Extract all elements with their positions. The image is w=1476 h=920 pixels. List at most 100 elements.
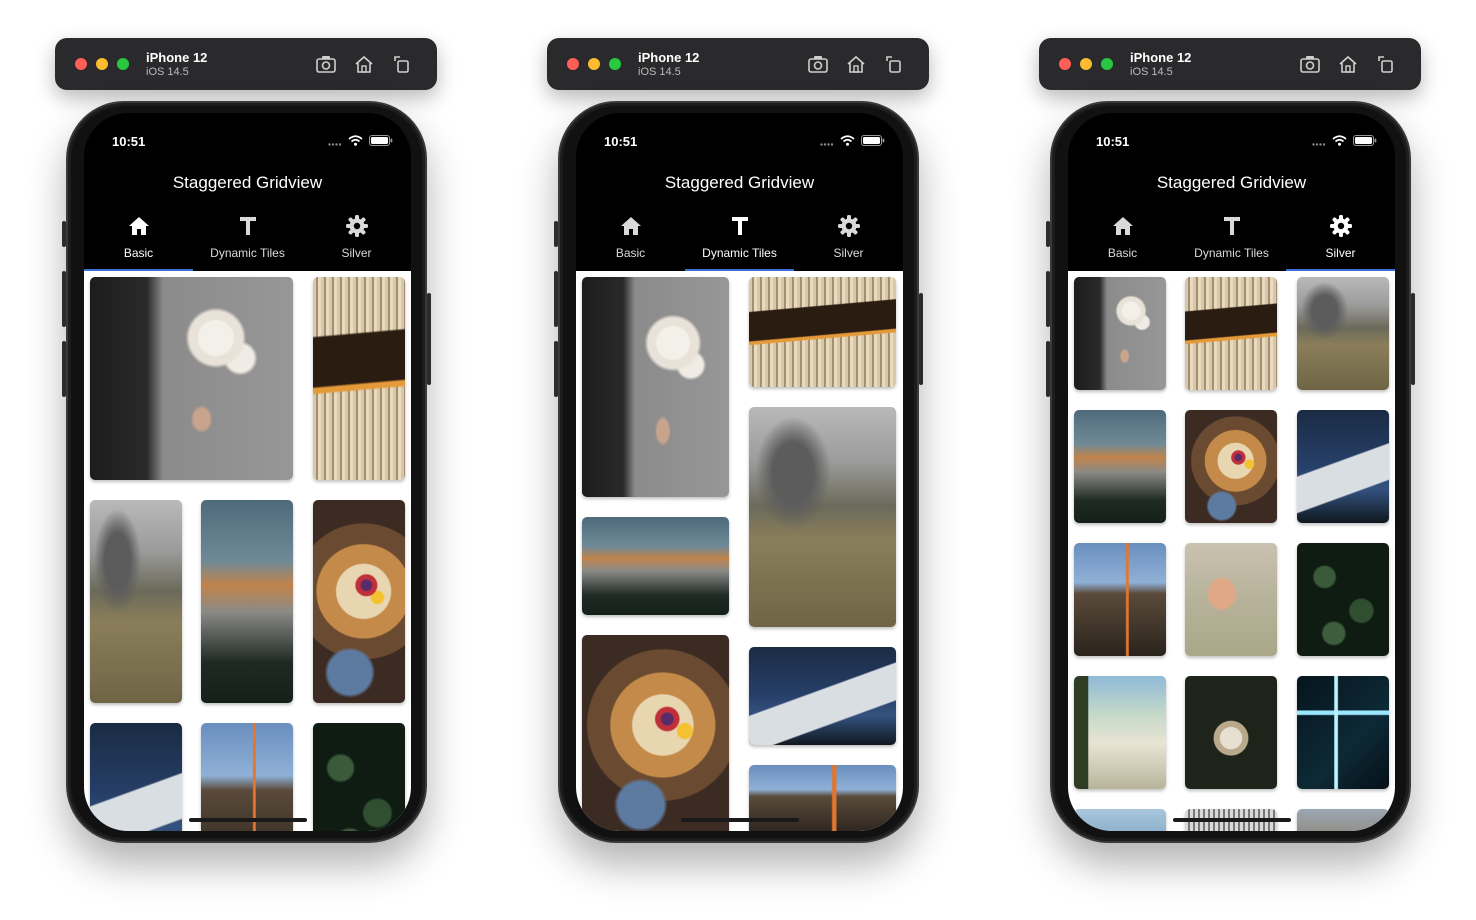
simulator-device-dynamic-tiles: iPhone 12 iOS 14.5 10:51 Staggered Gridv…	[547, 0, 929, 920]
notch	[1149, 113, 1314, 143]
phone-screen: 10:51 Staggered Gridview Basic Dynamic T…	[84, 113, 411, 831]
tab-dynamic-tiles[interactable]: Dynamic Tiles	[685, 207, 794, 271]
simulator-device-silver: iPhone 12 iOS 14.5 10:51 Staggered Gridv…	[1039, 0, 1421, 920]
grid-tile-image[interactable]	[582, 635, 729, 831]
tab-basic[interactable]: Basic	[1068, 207, 1177, 271]
grid-tile-image[interactable]	[90, 277, 293, 480]
minimize-window-button[interactable]	[96, 58, 108, 70]
tab-silver[interactable]: Silver	[794, 207, 903, 271]
zoom-window-button[interactable]	[117, 58, 129, 70]
gear-icon	[836, 213, 862, 239]
grid-tile-image[interactable]	[582, 517, 729, 615]
phone-screen: 10:51 Staggered Gridview Basic Dynamic T…	[576, 113, 903, 831]
tab-dynamic-tiles[interactable]: Dynamic Tiles	[1177, 207, 1286, 271]
device-name: iPhone 12	[638, 50, 700, 65]
home-indicator[interactable]	[1173, 818, 1291, 822]
tab-dynamic-tiles[interactable]: Dynamic Tiles	[193, 207, 302, 271]
tab-basic[interactable]: Basic	[576, 207, 685, 271]
side-button	[919, 293, 923, 385]
close-window-button[interactable]	[567, 58, 579, 70]
screenshot-icon[interactable]	[807, 53, 829, 75]
notch	[165, 113, 330, 143]
zoom-window-button[interactable]	[1101, 58, 1113, 70]
grid-tile-image[interactable]	[1074, 809, 1166, 831]
grid-tile-image[interactable]	[749, 277, 896, 387]
grid-tile-image[interactable]	[201, 500, 293, 703]
mute-switch	[62, 221, 66, 247]
home-button-icon[interactable]	[1337, 53, 1359, 75]
grid-tile-image[interactable]	[1297, 809, 1389, 831]
device-name: iPhone 12	[146, 50, 208, 65]
tab-label: Dynamic Tiles	[210, 246, 285, 260]
tab-bar: Basic Dynamic Tiles Silver	[84, 207, 411, 271]
volume-down-button	[554, 341, 558, 397]
battery-icon	[369, 133, 393, 151]
grid-tile-image[interactable]	[1185, 676, 1277, 789]
rotate-icon[interactable]	[1375, 53, 1397, 75]
notch	[657, 113, 822, 143]
staggered-grid	[576, 271, 903, 831]
appbar-title: Staggered Gridview	[664, 173, 815, 192]
side-button	[1411, 293, 1415, 385]
wifi-icon	[1332, 133, 1347, 151]
iphone-frame: 10:51 Staggered Gridview Basic Dynamic T…	[62, 101, 431, 843]
home-button-icon[interactable]	[845, 53, 867, 75]
simulator-stage: iPhone 12 iOS 14.5 10:51 Staggered Gridv…	[0, 0, 1476, 920]
tab-bar: Basic Dynamic Tiles Silver	[1068, 207, 1395, 271]
simulator-device-basic: iPhone 12 iOS 14.5 10:51 Staggered Gridv…	[55, 0, 437, 920]
grid-tile-image[interactable]	[313, 500, 405, 703]
grid-tile-image[interactable]	[90, 723, 182, 831]
gear-icon	[1328, 213, 1354, 239]
grid-tile-image[interactable]	[1297, 410, 1389, 523]
grid-tile-image[interactable]	[313, 277, 405, 480]
grid-tile-image[interactable]	[749, 647, 896, 745]
grid-tile-image[interactable]	[1074, 277, 1166, 390]
screenshot-icon[interactable]	[315, 53, 337, 75]
screenshot-icon[interactable]	[1299, 53, 1321, 75]
grid-tile-image[interactable]	[201, 723, 293, 831]
appbar-title: Staggered Gridview	[172, 173, 323, 192]
home-button-icon[interactable]	[353, 53, 375, 75]
minimize-window-button[interactable]	[1080, 58, 1092, 70]
side-button	[427, 293, 431, 385]
iphone-frame: 10:51 Staggered Gridview Basic Dynamic T…	[1046, 101, 1415, 843]
rotate-icon[interactable]	[391, 53, 413, 75]
home-indicator[interactable]	[681, 818, 799, 822]
grid-tile-image[interactable]	[1297, 676, 1389, 789]
phone-screen: 10:51 Staggered Gridview Basic Dynamic T…	[1068, 113, 1395, 831]
grid-tile-image[interactable]	[1074, 410, 1166, 523]
wifi-icon	[348, 133, 363, 151]
grid-tile-image[interactable]	[313, 723, 405, 831]
grid-tile-image[interactable]	[1074, 543, 1166, 656]
mute-switch	[554, 221, 558, 247]
grid-tile-image[interactable]	[1074, 676, 1166, 789]
tab-silver[interactable]: Silver	[302, 207, 411, 271]
grid-tile-image[interactable]	[1185, 277, 1277, 390]
grid-tile-image[interactable]	[1297, 543, 1389, 656]
close-window-button[interactable]	[1059, 58, 1071, 70]
tab-label: Dynamic Tiles	[702, 246, 777, 260]
volume-down-button	[1046, 341, 1050, 397]
grid-tile-image[interactable]	[90, 500, 182, 703]
minimize-window-button[interactable]	[588, 58, 600, 70]
grid-tile-image[interactable]	[1297, 277, 1389, 390]
home-indicator[interactable]	[189, 818, 307, 822]
tab-silver[interactable]: Silver	[1286, 207, 1395, 271]
os-version: iOS 14.5	[1130, 66, 1173, 78]
staggered-grid	[1068, 271, 1395, 831]
status-bar: 10:51	[84, 113, 411, 157]
zoom-window-button[interactable]	[609, 58, 621, 70]
grid-tile-image[interactable]	[749, 407, 896, 627]
volume-up-button	[554, 271, 558, 327]
grid-tile-image[interactable]	[1185, 410, 1277, 523]
tab-label: Basic	[123, 246, 154, 260]
grid-tile-image[interactable]	[582, 277, 729, 497]
grid-tile-image[interactable]	[1185, 543, 1277, 656]
close-window-button[interactable]	[75, 58, 87, 70]
tab-bar: Basic Dynamic Tiles Silver	[576, 207, 903, 271]
rotate-icon[interactable]	[883, 53, 905, 75]
gear-icon	[344, 213, 370, 239]
tab-basic[interactable]: Basic	[84, 207, 193, 271]
status-bar: 10:51	[576, 113, 903, 157]
text-t-icon	[1219, 213, 1245, 239]
